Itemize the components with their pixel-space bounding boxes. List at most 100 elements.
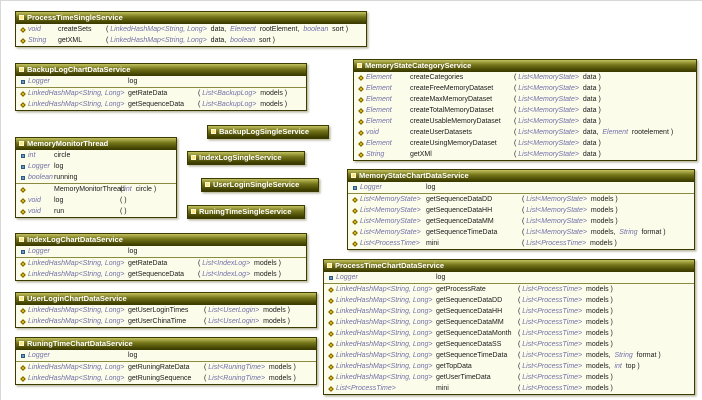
method-row[interactable]: LinkedHashMap<String, Long> getSequenceD… — [324, 317, 694, 328]
method-row[interactable]: List<MemoryState> getSequenceDataHH ( Li… — [348, 205, 694, 216]
method-row[interactable]: String getXML ( LinkedHashMap<String, Lo… — [16, 35, 366, 46]
class-title-bar[interactable]: UserLoginChartDataService — [16, 293, 316, 305]
method-row[interactable]: void createSets ( LinkedHashMap<String, … — [16, 24, 366, 35]
class-title-bar[interactable]: RuningTimeChartDataService — [16, 338, 316, 350]
class-box-process-time-single-service[interactable]: ProcessTimeSingleService void createSets… — [15, 11, 367, 47]
class-title-bar[interactable]: UserLoginSingleService — [202, 179, 318, 191]
method-row[interactable]: Element createFreeMemoryDataset ( List<M… — [354, 83, 696, 94]
member-type: List<ProcessTime> — [360, 240, 426, 247]
method-row[interactable]: List<MemoryState> getSequenceDataMM ( Li… — [348, 216, 694, 227]
attribute-row[interactable]: Logger log — [348, 182, 694, 193]
method-row[interactable]: LinkedHashMap<String, Long> getRuningRat… — [16, 362, 316, 373]
class-box-runing-time-chart-data-service[interactable]: RuningTimeChartDataService Logger log Li… — [15, 337, 317, 385]
member-params: ( List<MemoryState> models ) — [522, 207, 694, 214]
method-row[interactable]: Element createMaxMemoryDataset ( List<Me… — [354, 94, 696, 105]
class-box-process-time-chart-data-service[interactable]: ProcessTimeChartDataService Logger log L… — [323, 259, 695, 395]
class-title-bar[interactable]: RuningTimeSingleService — [188, 206, 304, 218]
attributes-compartment: Logger log — [16, 76, 306, 88]
method-row[interactable]: MemoryMonitorThread ( int circle ) — [16, 184, 176, 195]
param-type: List<ProcessTime> — [522, 286, 582, 293]
class-title-bar[interactable]: MemoryStateChartDataService — [348, 170, 694, 182]
method-row[interactable]: LinkedHashMap<String, Long> getSequenceD… — [324, 295, 694, 306]
class-title-bar[interactable]: ProcessTimeChartDataService — [324, 260, 694, 272]
class-box-backup-log-single-service[interactable]: BackupLogSingleService — [207, 125, 329, 139]
method-row[interactable]: Element createCategories ( List<MemorySt… — [354, 72, 696, 83]
class-box-user-login-single-service[interactable]: UserLoginSingleService — [201, 178, 319, 192]
class-box-user-login-chart-data-service[interactable]: UserLoginChartDataService LinkedHashMap<… — [15, 292, 317, 328]
attribute-row[interactable]: Logger log — [16, 350, 316, 361]
attribute-row[interactable]: Logger log — [16, 246, 306, 257]
method-row[interactable]: LinkedHashMap<String, Long> getUserLogin… — [16, 305, 316, 316]
method-row[interactable]: LinkedHashMap<String, Long> getSequenceD… — [324, 339, 694, 350]
param-type: List<ProcessTime> — [522, 297, 582, 304]
method-icon — [20, 91, 26, 97]
method-row[interactable]: LinkedHashMap<String, Long> getTopData (… — [324, 361, 694, 372]
method-row[interactable]: LinkedHashMap<String, Long> getRateData … — [16, 258, 306, 269]
member-name: log — [128, 248, 198, 255]
class-box-backup-log-chart-data-service[interactable]: BackupLogChartDataService Logger log Lin… — [15, 63, 307, 111]
class-title-bar[interactable]: IndexLogSingleService — [188, 152, 304, 164]
method-row[interactable]: LinkedHashMap<String, Long> getSequenceD… — [16, 99, 306, 110]
method-row[interactable]: String getXMl ( List<MemoryState> data ) — [354, 149, 696, 160]
member-params: ( List<MemoryState> data ) — [514, 118, 696, 125]
method-row[interactable]: LinkedHashMap<String, Long> getSequenceD… — [324, 328, 694, 339]
method-row[interactable]: List<MemoryState> getSequenceTimeData ( … — [348, 227, 694, 238]
member-name: mini — [426, 240, 522, 247]
member-type: Element — [366, 140, 410, 147]
class-title-bar[interactable]: IndexLogChartDataService — [16, 234, 306, 246]
method-row[interactable]: LinkedHashMap<String, Long> getUserTimeD… — [324, 372, 694, 383]
member-params: ( List<ProcessTime> models ) — [518, 319, 694, 326]
param-type: List<MemoryState> — [518, 85, 579, 92]
attribute-row[interactable]: Logger log — [324, 272, 694, 283]
param-type: List<MemoryState> — [526, 207, 587, 214]
member-name: createMaxMemoryDataset — [410, 96, 514, 103]
class-box-runing-time-single-service[interactable]: RuningTimeSingleService — [187, 205, 305, 219]
member-type: LinkedHashMap<String, Long> — [28, 318, 128, 325]
method-icon — [358, 97, 364, 103]
methods-compartment: LinkedHashMap<String, Long> getUserLogin… — [16, 305, 316, 327]
attributes-compartment: Logger log — [348, 182, 694, 194]
method-row[interactable]: LinkedHashMap<String, Long> getRateData … — [16, 88, 306, 99]
class-box-index-log-chart-data-service[interactable]: IndexLogChartDataService Logger log Link… — [15, 233, 307, 281]
attribute-icon — [21, 80, 25, 84]
class-title-bar[interactable]: ProcessTimeSingleService — [16, 12, 366, 24]
class-box-index-log-single-service[interactable]: IndexLogSingleService — [187, 151, 305, 165]
method-row[interactable]: Element createUsableMemoryDataset ( List… — [354, 116, 696, 127]
method-row[interactable]: LinkedHashMap<String, Long> getSequenceD… — [324, 306, 694, 317]
class-title: UserLoginSingleService — [213, 180, 299, 189]
member-name: mini — [436, 385, 518, 392]
attribute-row[interactable]: int circle — [16, 150, 176, 161]
method-row[interactable]: Element createUsingMemoryDataset ( List<… — [354, 138, 696, 149]
attribute-row[interactable]: Logger log — [16, 161, 176, 172]
member-name: getTopData — [436, 363, 518, 370]
class-title-bar[interactable]: BackupLogChartDataService — [16, 64, 306, 76]
member-params: ( List<IndexLog> models ) — [198, 260, 306, 267]
attribute-row[interactable]: boolean running — [16, 172, 176, 183]
method-icon — [352, 230, 358, 236]
method-row[interactable]: List<MemoryState> getSequenceDataDD ( Li… — [348, 194, 694, 205]
method-icon — [328, 342, 334, 348]
method-row[interactable]: void createUserDatasets ( List<MemorySta… — [354, 127, 696, 138]
class-box-memory-state-category-service[interactable]: MemoryStateCategoryService Element creat… — [353, 59, 697, 161]
member-name: log — [54, 197, 120, 204]
method-row[interactable]: Element createTotalMemoryDataset ( List<… — [354, 105, 696, 116]
member-type: LinkedHashMap<String, Long> — [336, 308, 436, 315]
class-box-memory-state-chart-data-service[interactable]: MemoryStateChartDataService Logger log L… — [347, 169, 695, 250]
attribute-row[interactable]: Logger log — [16, 76, 306, 87]
method-row[interactable]: LinkedHashMap<String, Long> getRuningSeq… — [16, 373, 316, 384]
class-title-bar[interactable]: BackupLogSingleService — [208, 126, 328, 138]
method-row[interactable]: List<ProcessTime> mini ( List<ProcessTim… — [348, 238, 694, 249]
member-name: createUsableMemoryDataset — [410, 118, 514, 125]
method-row[interactable]: void run ( ) — [16, 206, 176, 217]
method-row[interactable]: List<ProcessTime> mini ( List<ProcessTim… — [324, 383, 694, 394]
method-row[interactable]: void log ( ) — [16, 195, 176, 206]
method-row[interactable]: LinkedHashMap<String, Long> getUserChina… — [16, 316, 316, 327]
class-title-bar[interactable]: MemoryMonitorThread — [16, 138, 176, 150]
attribute-icon — [329, 276, 333, 280]
method-row[interactable]: LinkedHashMap<String, Long> getProcessRa… — [324, 284, 694, 295]
class-title-bar[interactable]: MemoryStateCategoryService — [354, 60, 696, 72]
method-row[interactable]: LinkedHashMap<String, Long> getSequenceD… — [16, 269, 306, 280]
member-name: createTotalMemoryDataset — [410, 107, 514, 114]
class-box-memory-monitor-thread[interactable]: MemoryMonitorThread int circle Logger lo… — [15, 137, 177, 218]
method-row[interactable]: LinkedHashMap<String, Long> getSequenceT… — [324, 350, 694, 361]
